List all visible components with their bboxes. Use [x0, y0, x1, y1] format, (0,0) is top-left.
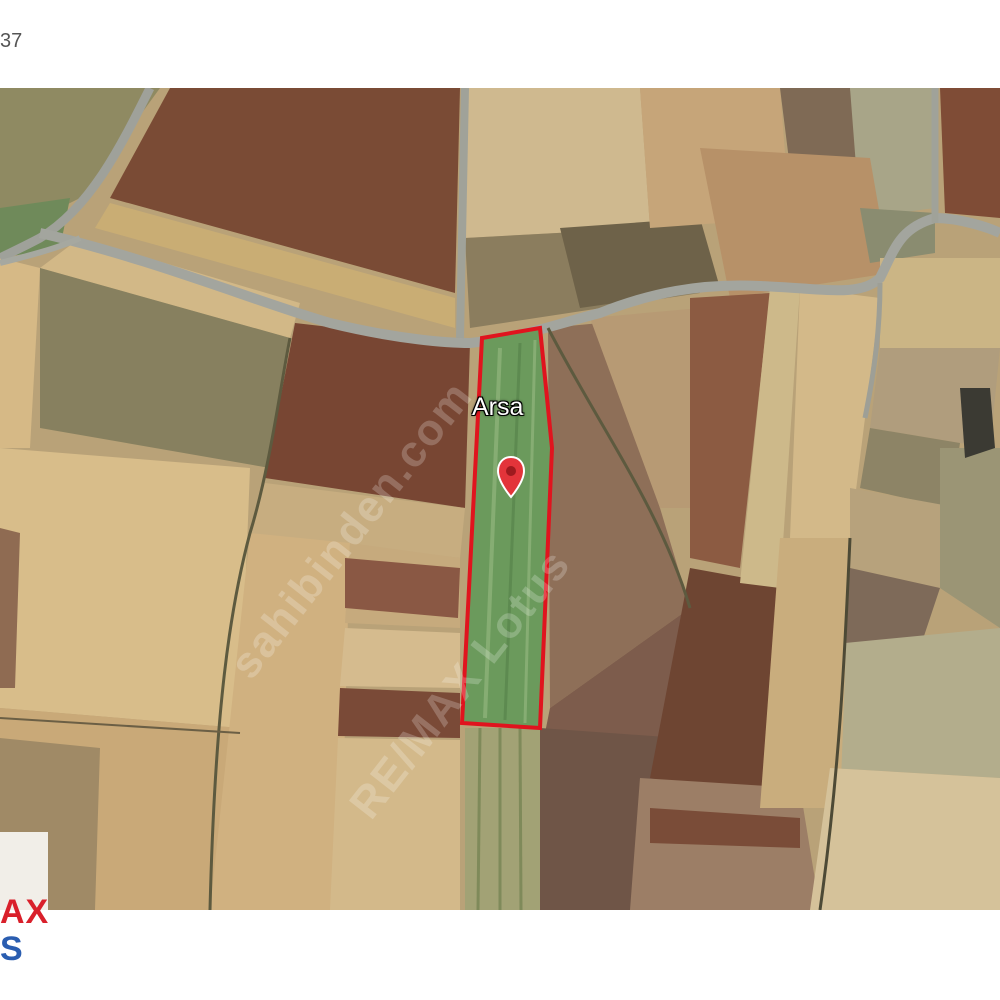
map-pin-icon[interactable] — [496, 455, 526, 501]
brand-logo-text: AX — [0, 893, 50, 931]
header-text-fragment: 37 — [0, 30, 23, 52]
brand-logo-subtext: S — [0, 930, 23, 968]
parcel-label: Arsa — [472, 393, 524, 421]
